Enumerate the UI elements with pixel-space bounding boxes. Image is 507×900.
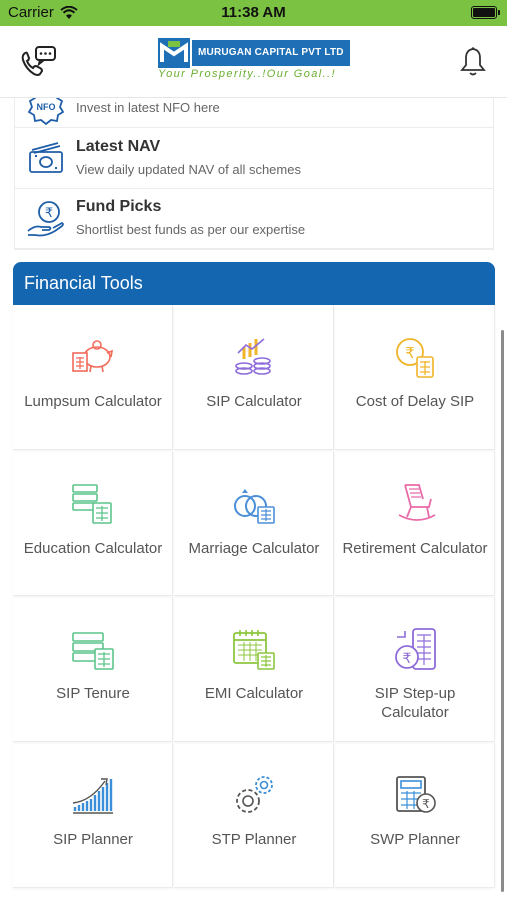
svg-text:₹: ₹ xyxy=(422,797,430,811)
tool-label: SIP Calculator xyxy=(206,393,302,410)
tool-label: SWP Planner xyxy=(370,831,460,848)
gears-icon xyxy=(232,773,276,817)
clock: 11:38 AM xyxy=(221,4,286,21)
logo-tagline: Your Prosperity..!Our Goal..! xyxy=(158,68,336,80)
tool-label: SIP Step-up Calculator xyxy=(374,685,456,721)
menu-item-desc: View daily updated NAV of all schemes xyxy=(76,162,301,177)
hand-rupee-icon: ₹ xyxy=(25,199,67,239)
tool-education-calculator[interactable]: Education Calculator xyxy=(13,451,173,596)
nfo-icon: NFO xyxy=(25,98,67,126)
tool-label: Retirement Calculator xyxy=(342,540,488,557)
tool-cost-of-delay-sip[interactable]: ₹ Cost of Delay SIP xyxy=(335,305,495,450)
tenure-calculator-icon xyxy=(71,627,115,671)
phone-rupee-calculator-icon: ₹ xyxy=(393,627,437,671)
bell-icon[interactable] xyxy=(459,46,487,78)
menu-item-fund-picks[interactable]: ₹ Fund Picks Shortlist best funds as per… xyxy=(15,189,493,249)
tool-label: Education Calculator xyxy=(23,540,163,557)
battery-icon xyxy=(471,6,500,19)
tool-lumpsum-calculator[interactable]: Lumpsum Calculator xyxy=(13,305,173,450)
calendar-calculator-icon xyxy=(232,627,276,671)
tool-label: Cost of Delay SIP xyxy=(355,393,475,410)
scrollbar[interactable] xyxy=(501,330,504,892)
logo-name: MURUGAN CAPITAL PVT LTD xyxy=(192,40,350,66)
calculator-rupee-icon: ₹ xyxy=(393,773,437,817)
financial-tools-title: Financial Tools xyxy=(13,262,495,305)
menu-item-title: Latest NAV xyxy=(76,138,161,155)
app-header: MURUGAN CAPITAL PVT LTD Your Prosperity.… xyxy=(0,26,507,98)
tool-label: Marriage Calculator xyxy=(188,540,320,557)
money-notes-icon xyxy=(25,139,67,179)
menu-item-desc: Invest in latest NFO here xyxy=(76,100,220,115)
rocking-chair-icon xyxy=(393,481,437,525)
menu-item-latest-nav[interactable]: Latest NAV View daily updated NAV of all… xyxy=(15,129,493,189)
tool-marriage-calculator[interactable]: Marriage Calculator xyxy=(174,451,334,596)
logo-mark xyxy=(158,38,190,68)
menu-list: NFO Invest in latest NFO here Latest NAV… xyxy=(14,98,494,250)
tool-label: EMI Calculator xyxy=(204,685,304,702)
tool-stp-planner[interactable]: STP Planner xyxy=(174,743,334,888)
tool-emi-calculator[interactable]: EMI Calculator xyxy=(174,597,334,742)
tool-retirement-calculator[interactable]: Retirement Calculator xyxy=(335,451,495,596)
piggy-bank-calculator-icon xyxy=(71,335,115,379)
tool-label: SIP Tenure xyxy=(56,685,130,702)
tool-sip-tenure[interactable]: SIP Tenure xyxy=(13,597,173,742)
tool-swp-planner[interactable]: ₹ SWP Planner xyxy=(335,743,495,888)
company-logo: MURUGAN CAPITAL PVT LTD Your Prosperity.… xyxy=(158,38,352,84)
financial-tools-grid: Lumpsum Calculator SIP Calculator ₹ Cost… xyxy=(13,305,495,889)
tool-sip-step-up-calculator[interactable]: ₹ SIP Step-up Calculator xyxy=(335,597,495,742)
growth-bars-icon xyxy=(71,773,115,817)
svg-text:₹: ₹ xyxy=(403,651,412,667)
svg-text:₹: ₹ xyxy=(45,206,53,221)
rupee-coin-calculator-icon: ₹ xyxy=(393,335,437,379)
svg-text:₹: ₹ xyxy=(405,344,415,362)
education-calculator-icon xyxy=(71,481,115,525)
tool-sip-planner[interactable]: SIP Planner xyxy=(13,743,173,888)
menu-item-title: Fund Picks xyxy=(76,198,162,215)
menu-item-desc: Shortlist best funds as per our expertis… xyxy=(76,222,306,237)
tool-label: Lumpsum Calculator xyxy=(24,393,162,410)
nfo-icon-text: NFO xyxy=(37,102,56,112)
tool-label: STP Planner xyxy=(211,831,297,848)
rings-calculator-icon xyxy=(232,481,276,525)
menu-item-nfo[interactable]: NFO Invest in latest NFO here xyxy=(15,98,493,128)
coins-chart-icon xyxy=(232,335,276,379)
phone-chat-icon[interactable] xyxy=(18,44,58,80)
tool-sip-calculator[interactable]: SIP Calculator xyxy=(174,305,334,450)
status-bar: Carrier 11:38 AM xyxy=(0,0,507,26)
tool-label: SIP Planner xyxy=(53,831,133,848)
